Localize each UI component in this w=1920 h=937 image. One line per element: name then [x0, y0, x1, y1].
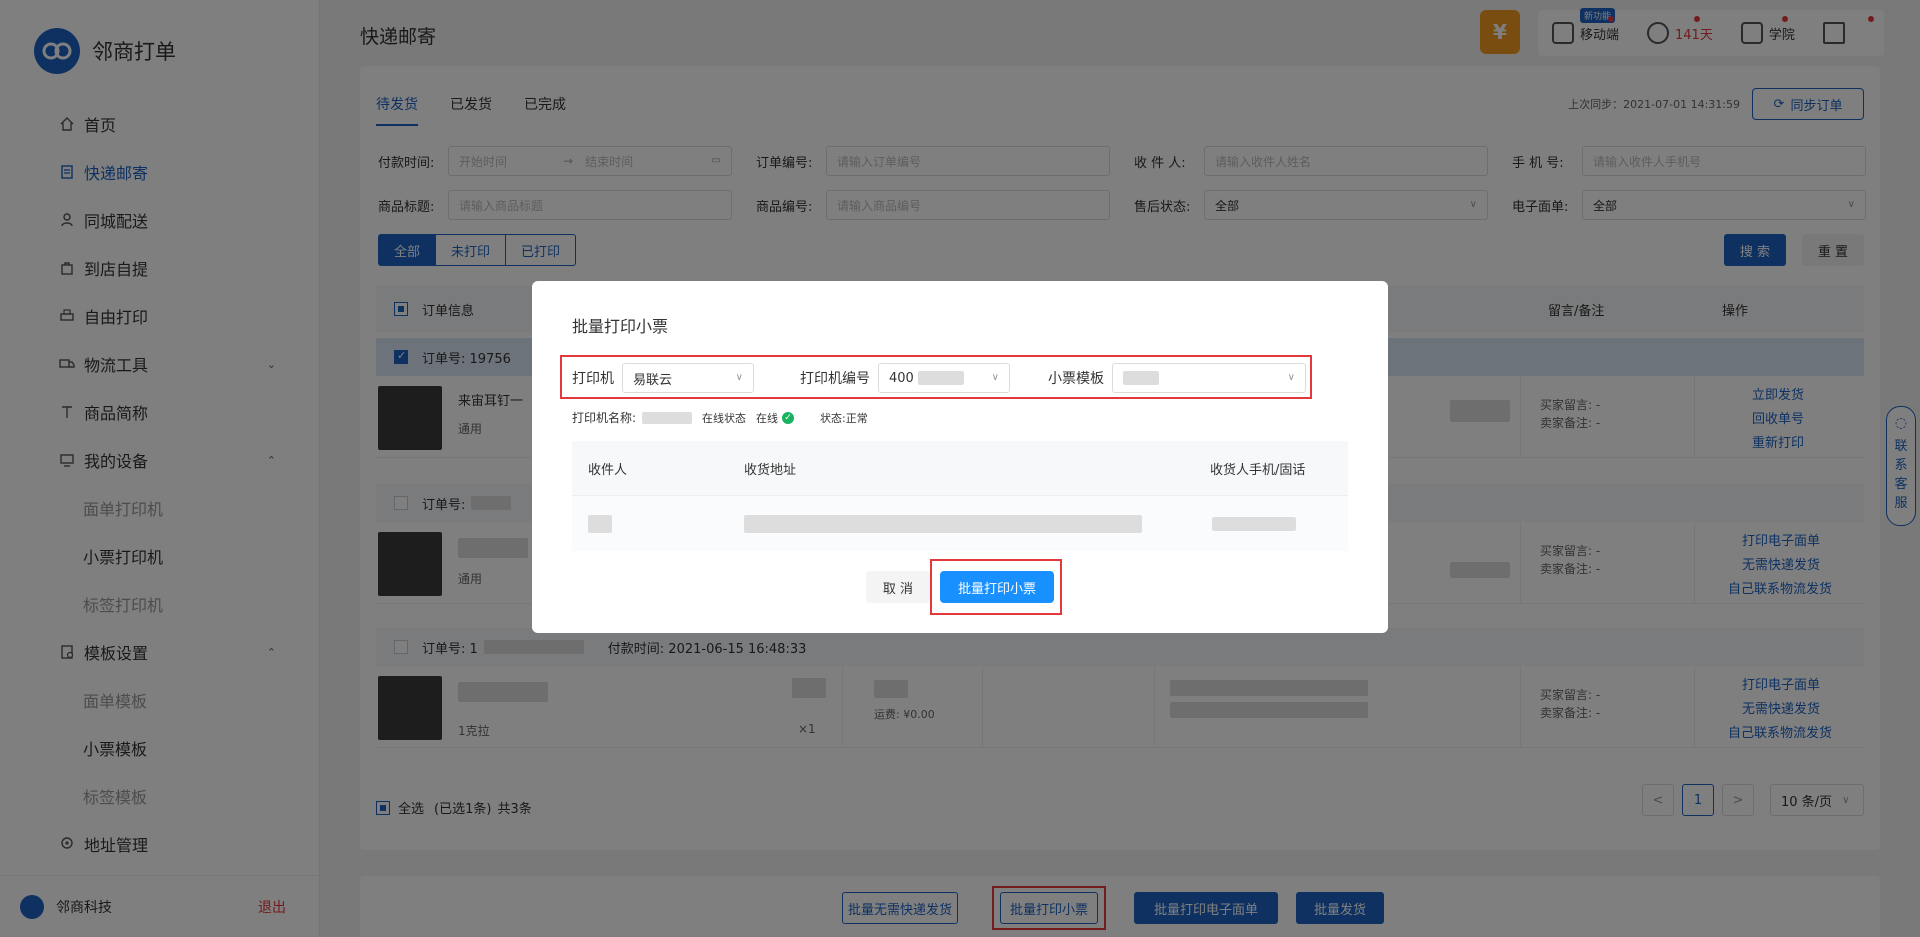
online-value: 在线: [756, 411, 779, 425]
receiver-blurred: [588, 514, 612, 533]
printer-no-blurred: [917, 371, 964, 385]
chevron-down-icon: ∨: [991, 372, 999, 383]
receiver-table-header: 收件人 收货地址 收货人手机/固话: [572, 441, 1348, 495]
app-root: 邻商打单 首页 快递邮寄 同城配送 到店自提 自由打印: [0, 0, 1920, 937]
batch-print-ticket-dialog: 批量打印小票 打印机 易联云 ∨ 打印机编号 400 ∨ 小票模板 ∨ 打印机名…: [532, 281, 1388, 633]
col-receiver: 收件人: [588, 462, 628, 478]
printer-no-value: 400: [889, 370, 914, 386]
col-phone: 收货人手机/固话: [1210, 462, 1306, 478]
printer-name-blurred: [642, 411, 693, 424]
table-row: [572, 495, 1348, 551]
dialog-title: 批量打印小票: [572, 317, 669, 336]
printer-state: 状态:正常: [820, 411, 868, 425]
col-address: 收货地址: [744, 462, 797, 478]
receiver-table: 收件人 收货地址 收货人手机/固话: [572, 441, 1348, 551]
printer-name-label: 打印机名称:: [572, 411, 637, 425]
printer-no-select[interactable]: 400 ∨: [878, 363, 1010, 393]
phone-blurred: [1212, 516, 1296, 531]
printer-no-label: 打印机编号: [800, 371, 870, 387]
address-blurred: [744, 514, 1142, 533]
template-blurred: [1123, 371, 1159, 385]
cancel-button[interactable]: 取 消: [866, 571, 930, 603]
chevron-down-icon: ∨: [735, 372, 743, 383]
printer-select[interactable]: 易联云 ∨: [622, 363, 754, 393]
printer-status-row: 打印机名称: 在线状态 在线 ✓ 状态:正常: [572, 409, 868, 426]
confirm-print-button[interactable]: 批量打印小票: [940, 571, 1054, 603]
ticket-template-select[interactable]: ∨: [1112, 363, 1306, 393]
printer-settings-row: 打印机 易联云 ∨ 打印机编号 400 ∨ 小票模板 ∨: [572, 363, 1306, 393]
online-status-label: 在线状态: [702, 411, 747, 425]
chevron-down-icon: ∨: [1287, 372, 1295, 383]
printer-value: 易联云: [633, 372, 673, 388]
check-circle-icon: ✓: [782, 411, 795, 424]
printer-label: 打印机: [572, 371, 614, 387]
ticket-template-label: 小票模板: [1048, 371, 1104, 387]
